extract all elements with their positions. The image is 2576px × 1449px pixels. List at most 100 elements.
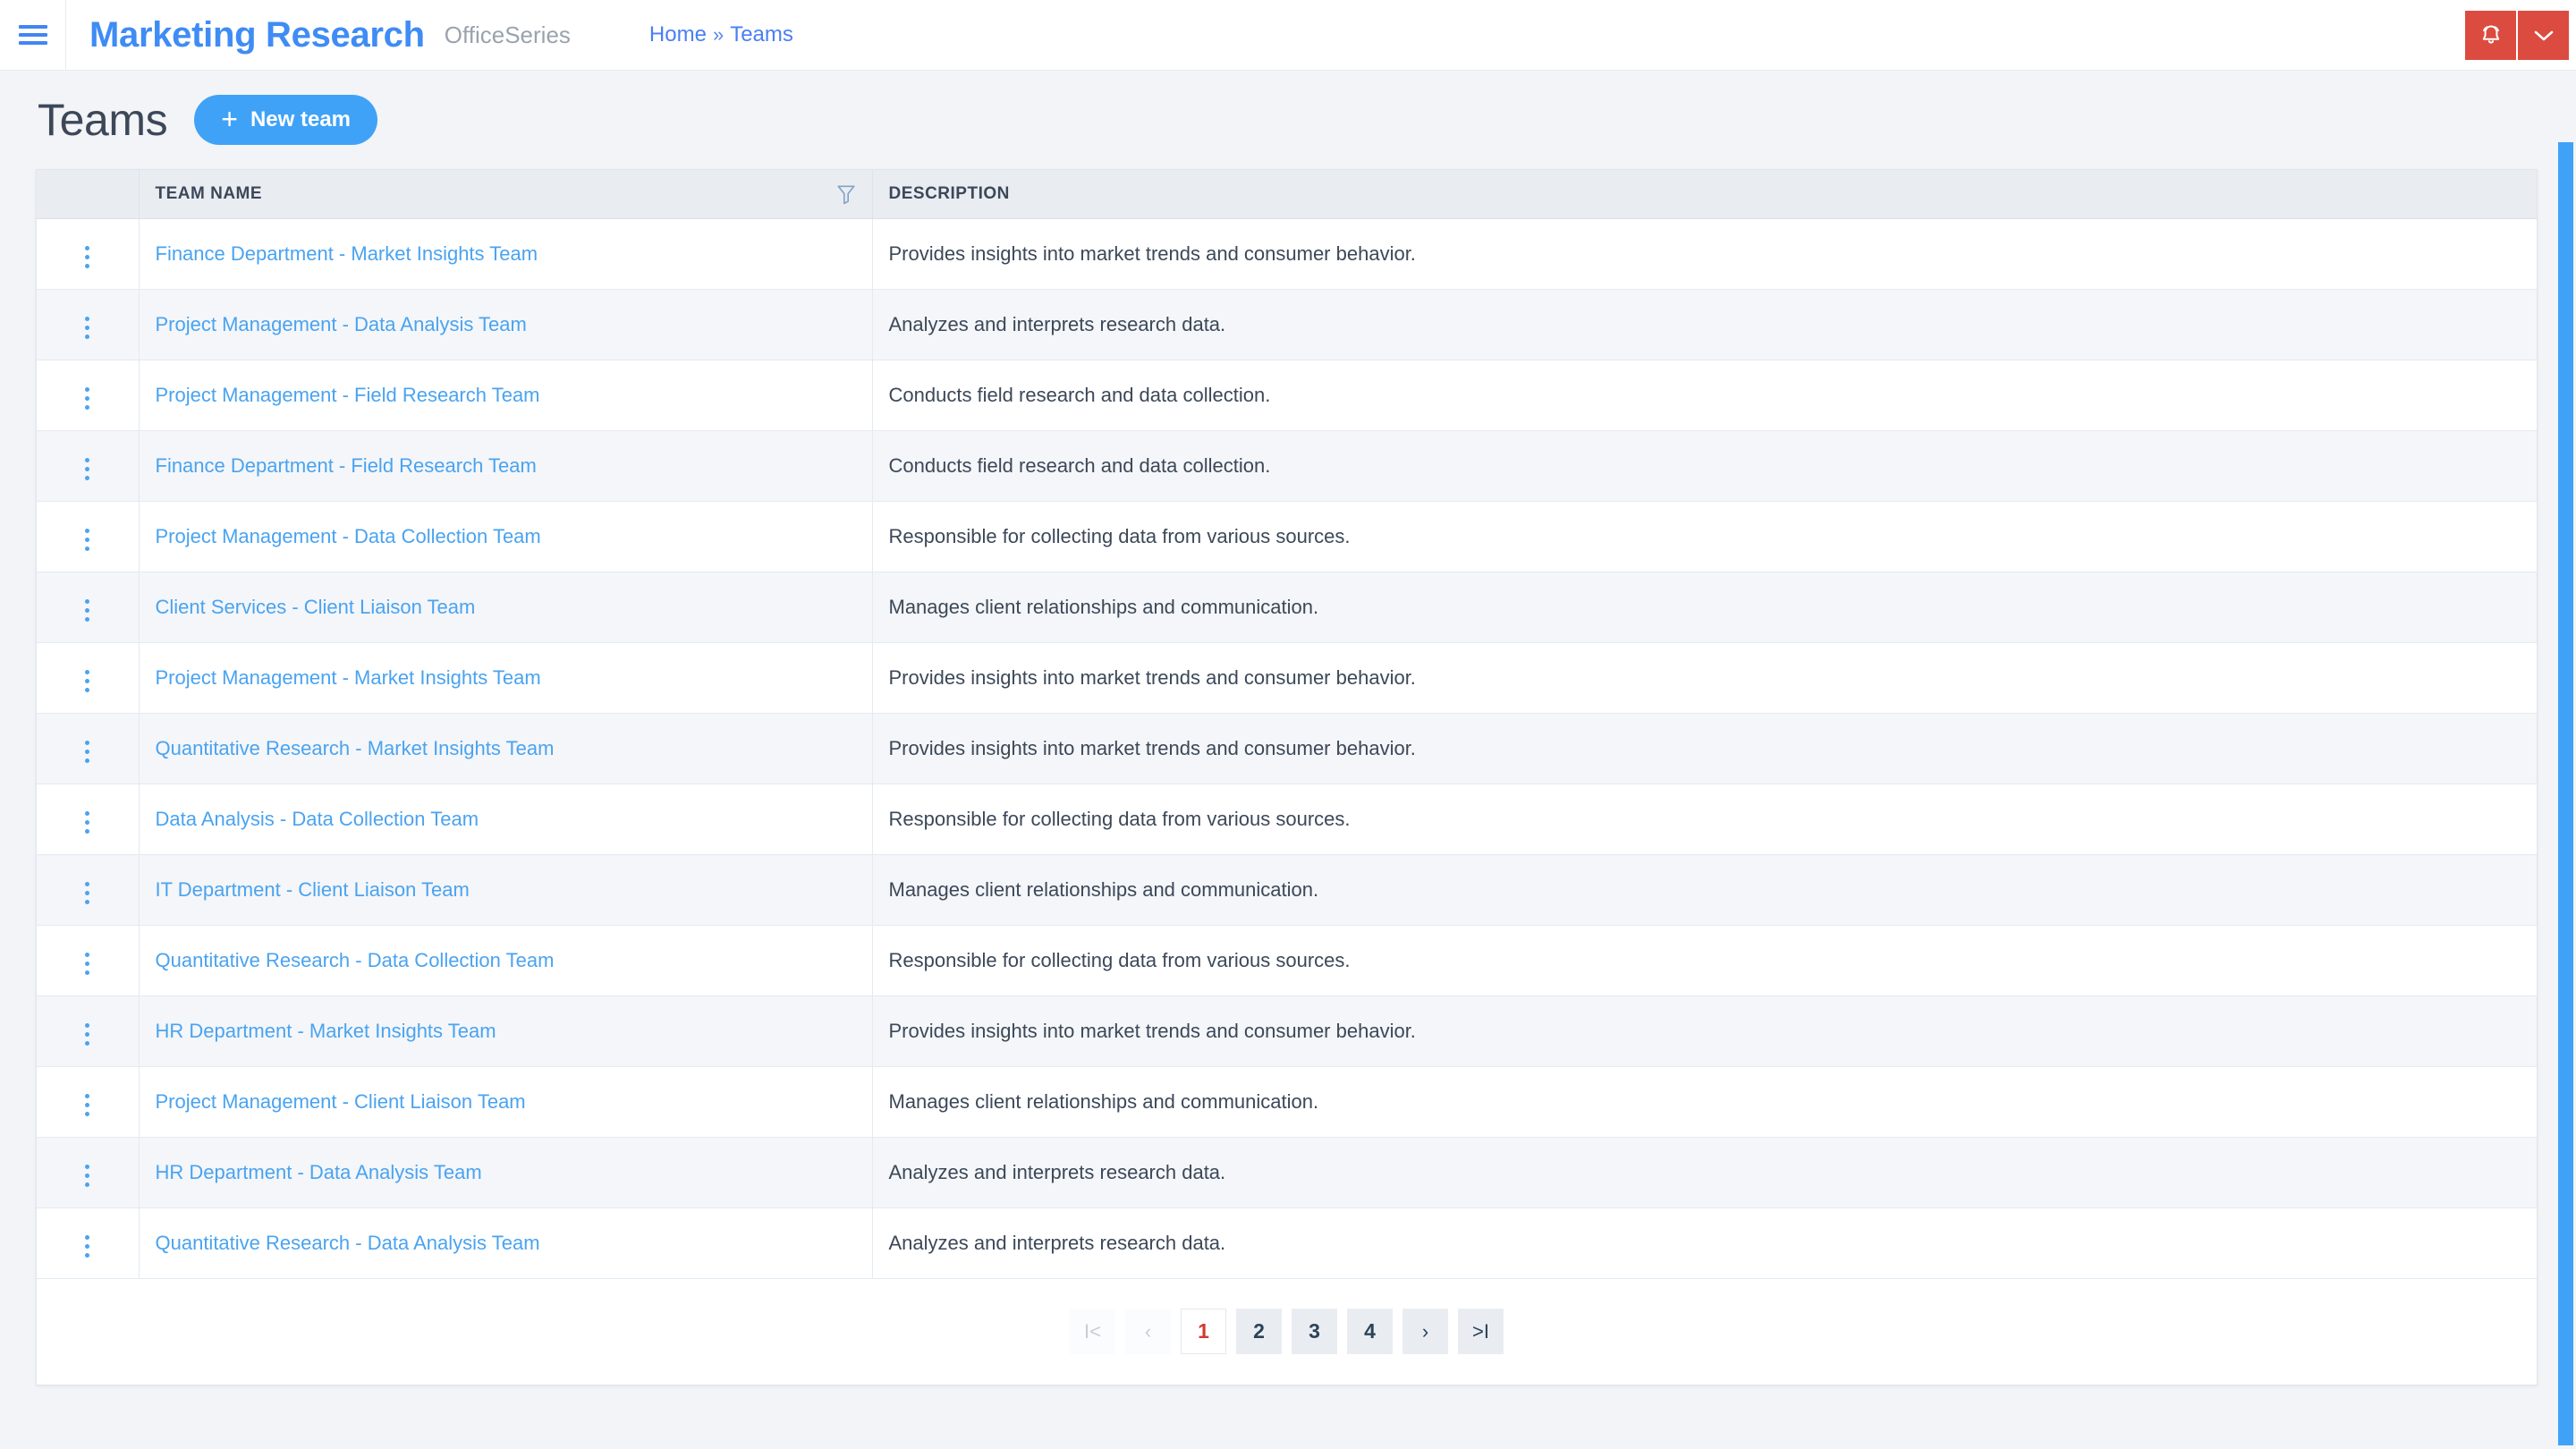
row-actions-cell xyxy=(37,784,140,855)
kebab-menu-icon[interactable] xyxy=(72,733,102,770)
new-team-button[interactable]: + New team xyxy=(194,95,378,145)
column-header-team-name-label: TEAM NAME xyxy=(155,183,263,203)
page-scrollbar-track[interactable] xyxy=(2556,142,2576,1449)
row-actions-cell xyxy=(37,430,140,502)
kebab-menu-icon[interactable] xyxy=(72,521,102,558)
row-actions-cell xyxy=(37,501,140,572)
kebab-menu-icon[interactable] xyxy=(72,239,102,275)
kebab-menu-icon[interactable] xyxy=(72,1087,102,1123)
team-description-cell: Provides insights into market trends and… xyxy=(872,642,2537,714)
pagination-last-button[interactable]: >I xyxy=(1458,1309,1504,1354)
team-description-cell: Provides insights into market trends and… xyxy=(872,713,2537,784)
kebab-menu-icon[interactable] xyxy=(72,451,102,487)
table-row: Project Management - Data Analysis Team A… xyxy=(37,289,2537,360)
team-name-link[interactable]: Project Management - Market Insights Tea… xyxy=(156,666,541,689)
team-name-cell: Quantitative Research - Data Collection … xyxy=(139,925,873,996)
page-title: Teams xyxy=(38,95,168,145)
team-name-link[interactable]: Project Management - Data Collection Tea… xyxy=(156,525,541,547)
team-description-cell: Responsible for collecting data from var… xyxy=(872,925,2537,996)
kebab-menu-icon[interactable] xyxy=(72,663,102,699)
page-scrollbar-thumb[interactable] xyxy=(2558,142,2573,1445)
table-row: Project Management - Market Insights Tea… xyxy=(37,642,2537,714)
kebab-menu-icon[interactable] xyxy=(72,592,102,629)
team-name-cell: Project Management - Client Liaison Team xyxy=(139,1066,873,1138)
kebab-menu-icon[interactable] xyxy=(72,1016,102,1053)
breadcrumb: Home » Teams xyxy=(649,22,793,47)
team-description-cell: Conducts field research and data collect… xyxy=(872,430,2537,502)
team-name-link[interactable]: Project Management - Field Research Team xyxy=(156,384,540,406)
user-dropdown-button[interactable] xyxy=(2518,11,2569,60)
row-actions-cell xyxy=(37,1066,140,1138)
table-row: Client Services - Client Liaison Team Man… xyxy=(37,572,2537,643)
pagination-page-1[interactable]: 1 xyxy=(1181,1309,1226,1354)
column-header-actions xyxy=(37,170,140,219)
pagination-prev-button[interactable]: ‹ xyxy=(1125,1309,1171,1354)
kebab-menu-icon[interactable] xyxy=(72,804,102,841)
table-row: HR Department - Data Analysis Team Analyz… xyxy=(37,1137,2537,1208)
table-body: Finance Department - Market Insights Tea… xyxy=(37,218,2537,1279)
pagination-page-2[interactable]: 2 xyxy=(1236,1309,1282,1354)
row-actions-cell xyxy=(37,360,140,431)
breadcrumb-current[interactable]: Teams xyxy=(730,22,793,47)
kebab-menu-icon[interactable] xyxy=(72,875,102,911)
team-name-cell: Finance Department - Field Research Team xyxy=(139,430,873,502)
team-description-cell: Manages client relationships and communi… xyxy=(872,572,2537,643)
kebab-menu-icon[interactable] xyxy=(72,380,102,417)
table-row: Quantitative Research - Data Collection … xyxy=(37,925,2537,996)
kebab-menu-icon[interactable] xyxy=(72,1228,102,1265)
pagination-page-4[interactable]: 4 xyxy=(1347,1309,1393,1354)
kebab-menu-icon[interactable] xyxy=(72,1157,102,1194)
table-row: Data Analysis - Data Collection Team Resp… xyxy=(37,784,2537,855)
pagination-next-button[interactable]: › xyxy=(1402,1309,1448,1354)
menu-toggle-button[interactable] xyxy=(0,0,66,71)
row-actions-cell xyxy=(37,642,140,714)
team-name-link[interactable]: Client Services - Client Liaison Team xyxy=(156,596,476,618)
hamburger-icon xyxy=(18,25,47,45)
row-actions-cell xyxy=(37,289,140,360)
breadcrumb-separator: » xyxy=(712,23,724,46)
team-name-link[interactable]: Quantitative Research - Data Analysis Te… xyxy=(156,1232,540,1254)
pagination-first-button[interactable]: I< xyxy=(1070,1309,1115,1354)
team-description-cell: Analyzes and interprets research data. xyxy=(872,1208,2537,1279)
row-actions-cell xyxy=(37,996,140,1067)
team-description-cell: Analyzes and interprets research data. xyxy=(872,1137,2537,1208)
new-team-button-label: New team xyxy=(250,107,352,131)
top-navbar: Marketing Research OfficeSeries Home » T… xyxy=(0,0,2576,71)
filter-funnel-icon[interactable] xyxy=(836,183,856,205)
team-name-cell: HR Department - Market Insights Team xyxy=(139,996,873,1067)
team-name-cell: Project Management - Data Collection Tea… xyxy=(139,501,873,572)
team-name-cell: IT Department - Client Liaison Team xyxy=(139,854,873,926)
team-name-link[interactable]: HR Department - Data Analysis Team xyxy=(156,1161,482,1183)
team-name-link[interactable]: Quantitative Research - Market Insights … xyxy=(156,737,555,759)
team-name-cell: Quantitative Research - Market Insights … xyxy=(139,713,873,784)
team-description-cell: Responsible for collecting data from var… xyxy=(872,784,2537,855)
table-footer: I< ‹ 1 2 3 4 › >I xyxy=(37,1278,2537,1385)
table-header: TEAM NAME DESCRIPTION xyxy=(37,170,2537,219)
team-name-link[interactable]: Data Analysis - Data Collection Team xyxy=(156,808,479,830)
team-description-cell: Provides insights into market trends and… xyxy=(872,218,2537,290)
team-name-link[interactable]: IT Department - Client Liaison Team xyxy=(156,878,470,901)
team-description-cell: Analyzes and interprets research data. xyxy=(872,289,2537,360)
table-row: Project Management - Field Research Team… xyxy=(37,360,2537,431)
team-name-cell: Project Management - Market Insights Tea… xyxy=(139,642,873,714)
team-name-link[interactable]: Quantitative Research - Data Collection … xyxy=(156,949,555,971)
pagination-page-3[interactable]: 3 xyxy=(1292,1309,1337,1354)
team-name-link[interactable]: HR Department - Market Insights Team xyxy=(156,1020,496,1042)
team-name-link[interactable]: Finance Department - Market Insights Tea… xyxy=(156,242,538,265)
team-name-cell: Project Management - Data Analysis Team xyxy=(139,289,873,360)
team-name-link[interactable]: Project Management - Client Liaison Team xyxy=(156,1090,526,1113)
row-actions-cell xyxy=(37,854,140,926)
breadcrumb-home-link[interactable]: Home xyxy=(649,22,707,47)
team-description-cell: Manages client relationships and communi… xyxy=(872,854,2537,926)
table-row: Finance Department - Field Research Team… xyxy=(37,430,2537,502)
notifications-button[interactable] xyxy=(2465,11,2516,60)
table-header-row: TEAM NAME DESCRIPTION xyxy=(37,170,2537,219)
plus-icon: + xyxy=(221,102,238,135)
team-name-link[interactable]: Finance Department - Field Research Team xyxy=(156,454,537,477)
table-row: Quantitative Research - Data Analysis Te… xyxy=(37,1208,2537,1279)
table-row: HR Department - Market Insights Team Prov… xyxy=(37,996,2537,1067)
team-name-link[interactable]: Project Management - Data Analysis Team xyxy=(156,313,527,335)
row-actions-cell xyxy=(37,1208,140,1279)
kebab-menu-icon[interactable] xyxy=(72,309,102,346)
kebab-menu-icon[interactable] xyxy=(72,945,102,982)
